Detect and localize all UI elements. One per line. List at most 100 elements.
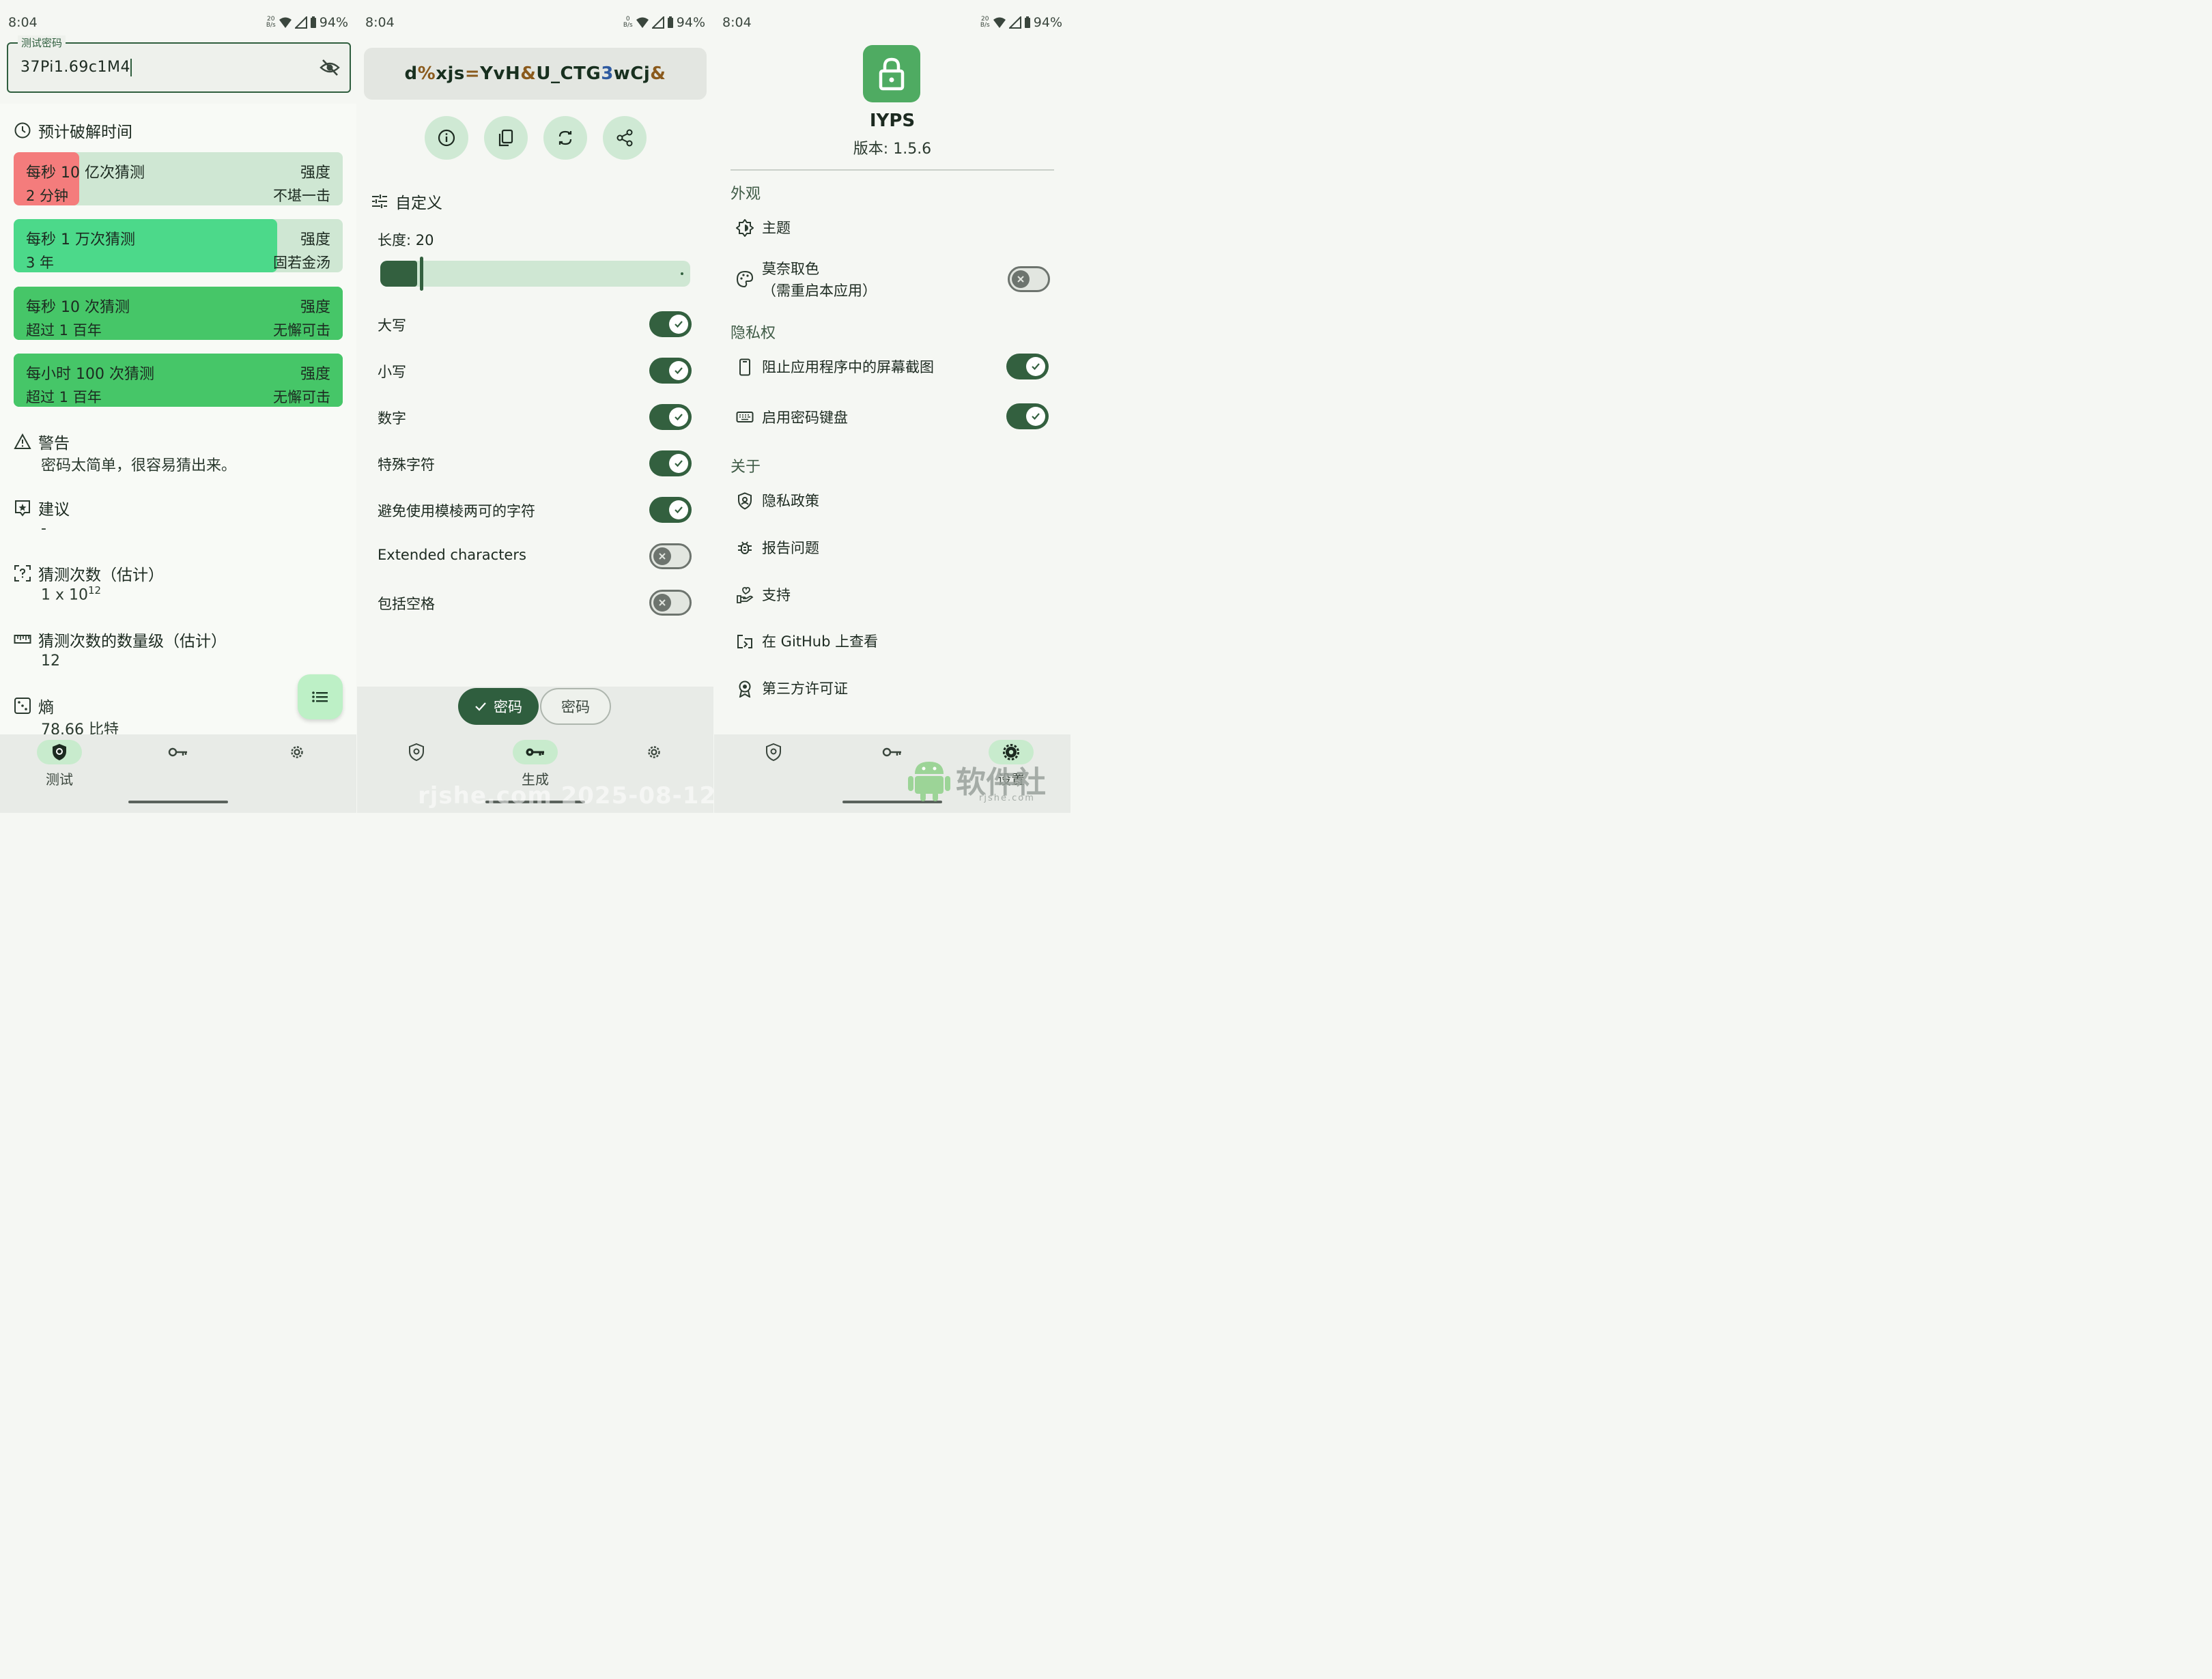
strength-label: 强度	[300, 299, 330, 316]
shield-icon	[766, 743, 781, 761]
mode-password-selected[interactable]: 密码	[458, 688, 539, 725]
setting-block-screenshots[interactable]: 阻止应用程序中的屏幕截图	[762, 356, 934, 378]
battery-level: 94%	[676, 15, 705, 30]
magnitude-title: 猜测次数的数量级（估计）	[38, 633, 227, 650]
nav-test[interactable]	[389, 740, 444, 764]
wifi-icon	[636, 17, 649, 28]
option-toggle[interactable]	[649, 311, 692, 337]
share-button[interactable]	[603, 116, 647, 160]
regenerate-button[interactable]	[543, 116, 587, 160]
group-appearance: 外观	[731, 186, 761, 203]
test-screen: 8:04 20 B/s 94% 测试密码 37Pi1.69c1M4 预计破解时间 …	[0, 0, 356, 813]
nav-generate[interactable]	[151, 740, 205, 764]
strength-value: 无懈可击	[273, 322, 330, 339]
wifi-icon	[279, 17, 292, 28]
option-toggle[interactable]	[649, 358, 692, 384]
status-bar: 8:04 20 B/s 94%	[714, 10, 1070, 37]
palette-icon	[736, 270, 754, 288]
password-chunk: 3	[601, 63, 614, 84]
setting-theme[interactable]: 主题	[762, 217, 791, 239]
crack-time-title: 预计破解时间	[38, 124, 132, 141]
nav-generate[interactable]: 生成	[508, 740, 563, 788]
option-toggle[interactable]	[649, 450, 692, 476]
signal-icon	[1008, 16, 1021, 29]
option-label: 小写	[378, 364, 406, 380]
password-chunk: =	[464, 63, 481, 84]
about-github[interactable]: 在 GitHub 上查看	[762, 631, 878, 652]
network-speed: 0 B/s	[623, 16, 633, 29]
block-screenshots-toggle[interactable]	[1006, 354, 1049, 379]
mode-password-other[interactable]: 密码	[540, 688, 611, 725]
guesses-title: 猜测次数（估计）	[38, 566, 164, 584]
battery-icon	[1024, 16, 1030, 28]
monet-toggle[interactable]	[1008, 266, 1050, 292]
details-fab[interactable]	[298, 674, 343, 719]
option-label: 大写	[378, 317, 406, 334]
info-icon	[438, 129, 455, 147]
battery-level: 94%	[1033, 15, 1062, 30]
check-icon	[675, 367, 683, 375]
nav-test[interactable]	[746, 740, 801, 764]
strength-label: 强度	[300, 366, 330, 383]
strength-value: 固若金汤	[273, 255, 330, 271]
crack-time: 2 分钟	[26, 188, 69, 204]
setting-monet[interactable]: 莫奈取色 （需重启本应用）	[762, 258, 877, 302]
setting-secure-keyboard[interactable]: 启用密码键盘	[762, 407, 848, 429]
home-indicator[interactable]	[128, 801, 228, 803]
option-toggle[interactable]	[649, 497, 692, 523]
password-input-label: 测试密码	[18, 35, 66, 50]
password-input[interactable]: 测试密码 37Pi1.69c1M4	[7, 35, 351, 93]
info-button[interactable]	[425, 116, 468, 160]
nav-settings[interactable]	[627, 740, 681, 764]
warning-icon	[14, 433, 31, 449]
network-speed: 20 B/s	[980, 16, 990, 29]
theme-icon	[736, 219, 754, 237]
visibility-off-icon[interactable]	[320, 57, 340, 78]
guess-rate: 每秒 10 亿次猜测	[26, 164, 145, 182]
suggestion-icon	[15, 500, 30, 517]
warning-header: 警告	[14, 430, 70, 453]
battery-icon	[310, 16, 316, 28]
guess-rate: 每小时 100 次猜测	[26, 366, 154, 383]
secure-keyboard-toggle[interactable]	[1006, 403, 1049, 429]
password-value[interactable]: 37Pi1.69c1M4	[20, 59, 132, 76]
option-toggle[interactable]	[649, 404, 692, 430]
about-support[interactable]: 支持	[762, 584, 791, 606]
length-label: 长度: 20	[378, 232, 434, 248]
dice-icon	[14, 698, 31, 714]
share-icon	[616, 129, 633, 147]
signal-icon	[294, 16, 307, 29]
nav-settings[interactable]	[270, 740, 324, 764]
copy-button[interactable]	[484, 116, 528, 160]
strength-value: 不堪一击	[273, 188, 330, 204]
tune-icon	[372, 195, 387, 208]
generated-password[interactable]: d% xjs = YvH & U_CTG 3 wCj &	[364, 48, 707, 100]
option-label: 包括空格	[378, 596, 435, 612]
privacy-policy-icon	[738, 492, 752, 510]
nav-test[interactable]: 测试	[32, 740, 87, 788]
password-chunk: wCj	[613, 63, 651, 84]
password-chunk: xjs	[436, 63, 465, 84]
github-icon	[737, 635, 752, 648]
customize-title: 自定义	[395, 195, 442, 212]
guesses-value: 1 x 1012	[41, 584, 102, 604]
check-icon	[1032, 363, 1040, 371]
guess-rate: 每秒 10 次猜测	[26, 299, 130, 316]
option-toggle[interactable]	[649, 590, 692, 616]
warning-text: 密码太简单，很容易猜出来。	[41, 457, 237, 474]
option-toggle[interactable]	[649, 543, 692, 569]
about-report-issue[interactable]: 报告问题	[762, 537, 819, 559]
password-chunk: %	[417, 63, 436, 84]
option-label: Extended characters	[378, 547, 526, 563]
refresh-icon	[558, 130, 572, 145]
gear-icon	[648, 746, 660, 758]
entropy-header: 熵	[14, 694, 54, 717]
status-bar: 8:04 20 B/s 94%	[0, 10, 356, 37]
customize-header: 自定义	[371, 190, 442, 213]
slider-thumb[interactable]	[420, 257, 423, 291]
length-slider[interactable]	[380, 257, 690, 291]
about-privacy-policy[interactable]: 隐私政策	[762, 490, 819, 512]
about-licenses[interactable]: 第三方许可证	[762, 678, 848, 700]
strength-card: 每秒 1 万次猜测 3 年 强度 固若金汤	[14, 219, 343, 272]
app-logo	[863, 45, 920, 102]
